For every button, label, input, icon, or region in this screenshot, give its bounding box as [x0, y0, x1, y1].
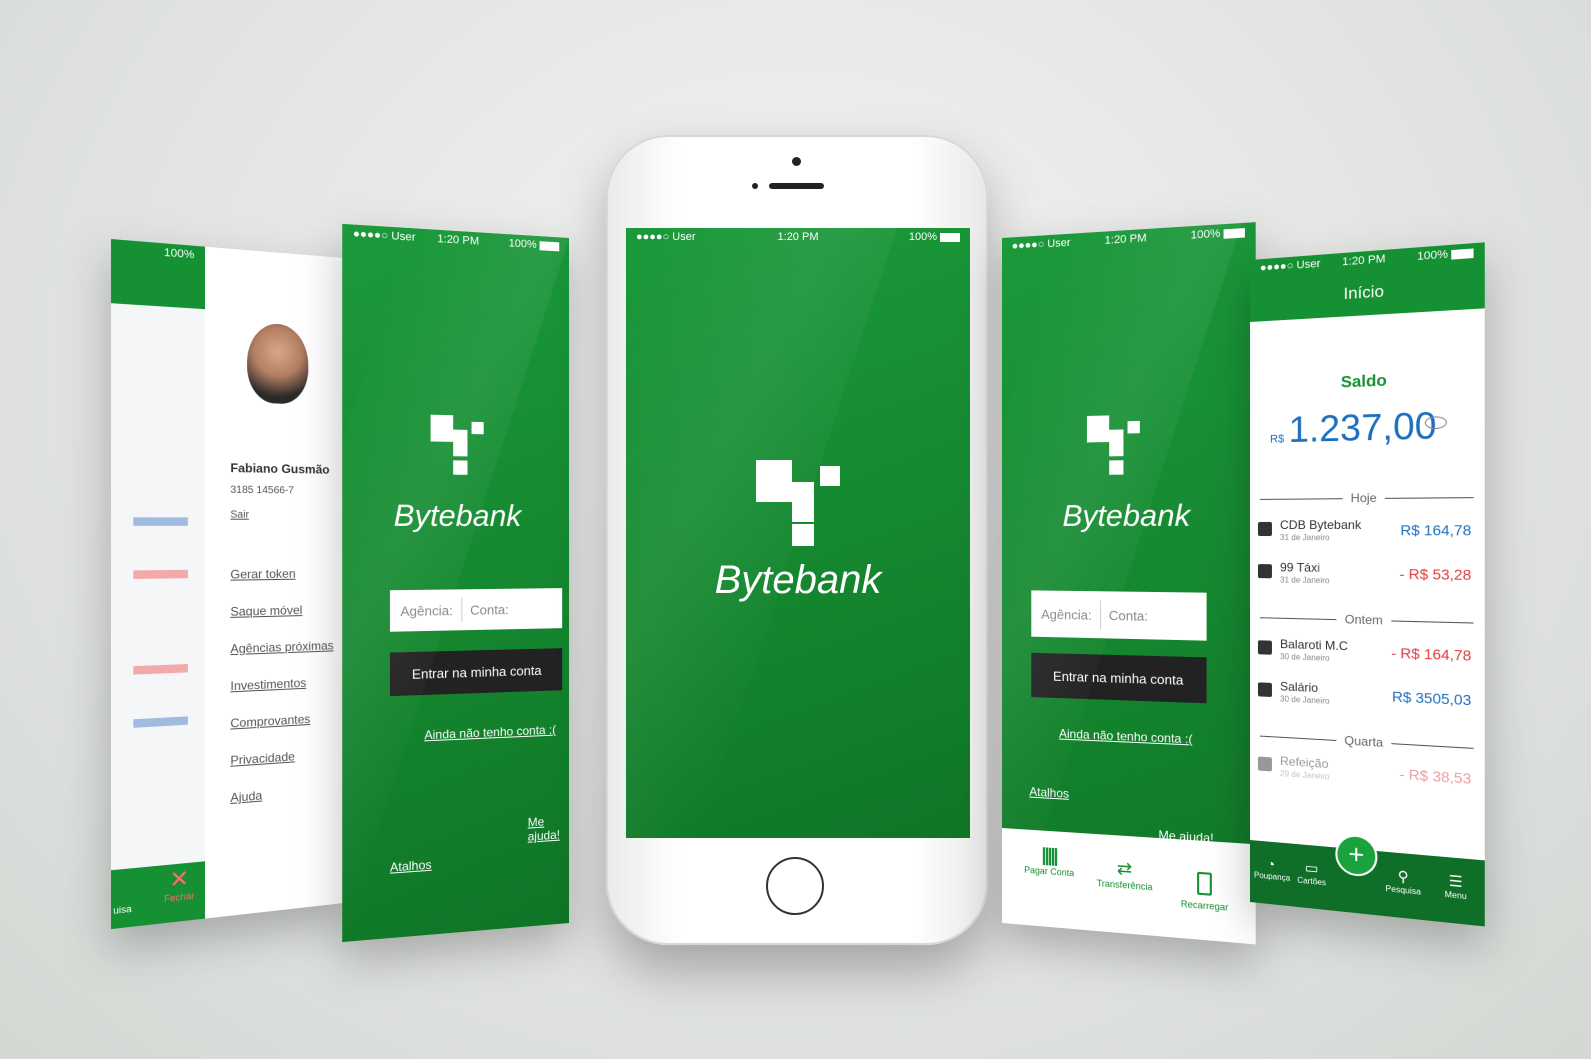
- battery-icon: [1223, 227, 1245, 239]
- avatar: [247, 322, 309, 405]
- battery-label: 100%: [508, 237, 537, 252]
- status-bar: ●●●●○ User 1:20 PM 100%: [1250, 242, 1485, 278]
- tab-cards[interactable]: ▭ Cartões: [1294, 858, 1329, 888]
- battery-icon: [940, 232, 960, 242]
- add-button[interactable]: +: [1335, 833, 1378, 879]
- tab-search[interactable]: ⚲ Pesquisa: [1382, 866, 1425, 897]
- close-button[interactable]: ✕ Fechar: [155, 865, 203, 916]
- battery-icon: [1451, 248, 1474, 260]
- login-fields: Agência: Conta:: [1031, 590, 1207, 641]
- sensor-icon: [752, 183, 758, 189]
- login-fields: Agência: Conta:: [389, 588, 563, 632]
- battery-label: 100%: [1417, 248, 1448, 264]
- camera-icon: [792, 157, 801, 166]
- bytebank-logo-icon: [1086, 415, 1142, 490]
- transaction-row[interactable]: Refeição 29 de Janeiro - R$ 38,53: [1257, 752, 1476, 806]
- brand-name: Bytebank: [714, 558, 882, 602]
- transaction-row[interactable]: Salário 30 de Janeiro R$ 3505,03: [1257, 678, 1476, 727]
- login-button[interactable]: Entrar na minha conta: [1031, 652, 1207, 704]
- tab-menu[interactable]: ☰ Menu: [1434, 871, 1478, 903]
- menu-blurred-backdrop: [110, 239, 206, 930]
- dashboard-screen: ●●●●○ User 1:20 PM 100% Início Saldo R$ …: [1250, 242, 1485, 927]
- agency-input[interactable]: Agência:: [400, 602, 452, 618]
- menu-item-privacy[interactable]: Privacidade: [230, 749, 295, 768]
- battery-label: 100%: [163, 246, 195, 262]
- user-name: Fabiano Gusmão: [230, 460, 330, 477]
- shortcut-recharge[interactable]: Recarregar: [1171, 870, 1239, 914]
- menu-item-receipts[interactable]: Comprovantes: [230, 712, 310, 731]
- transaction-row[interactable]: 99 Táxi 31 de Janeiro - R$ 53,28: [1257, 560, 1476, 602]
- phone-icon: [1197, 871, 1212, 896]
- login-screen-left: ●●●●○ User 1:20 PM 100% Bytebank Agência…: [342, 223, 569, 943]
- brand-name: Bytebank: [1062, 498, 1191, 534]
- status-bar: ●●●●○ User 1:20 PM 100%: [626, 228, 970, 246]
- battery-label: 100%: [1190, 227, 1221, 242]
- battery-label: 100%: [908, 231, 937, 243]
- speaker-icon: [769, 183, 824, 189]
- money-icon: [1257, 564, 1272, 579]
- status-bar: ●●●●○ User 1:20 PM 100%: [1002, 222, 1256, 256]
- signup-link[interactable]: Ainda não tenho conta :(: [1059, 726, 1193, 746]
- group-header: Ontem: [1260, 610, 1474, 630]
- login-screen-right: ●●●●○ User 1:20 PM 100% Bytebank Agência…: [1002, 222, 1256, 945]
- balance-value: 1.237,00: [1288, 403, 1437, 451]
- balance-display: R$ 1.237,00: [1270, 404, 1437, 452]
- tab-savings[interactable]: ◔ Poupança: [1254, 854, 1290, 883]
- menu-item-investments[interactable]: Investimentos: [230, 676, 306, 694]
- shortcuts-link[interactable]: Atalhos: [1029, 784, 1069, 800]
- battery-icon: [539, 240, 560, 252]
- eye-icon[interactable]: [1424, 416, 1447, 430]
- shortcuts-link[interactable]: Atalhos: [390, 857, 432, 874]
- home-icon: [1257, 640, 1272, 655]
- menu-item-nearby-branches[interactable]: Agências próximas: [230, 638, 333, 656]
- currency-label: R$: [1269, 433, 1285, 446]
- tab-bar: ◔ Poupança ▭ Cartões + ⚲ Pesquisa ☰ Menu: [1250, 833, 1485, 927]
- signup-link[interactable]: Ainda não tenho conta :(: [424, 723, 556, 743]
- shortcut-transfer[interactable]: ⇄ Transferência: [1089, 856, 1161, 893]
- agency-input[interactable]: Agência:: [1041, 606, 1091, 622]
- shortcut-label: Recarregar: [1180, 898, 1229, 913]
- brand-name: Bytebank: [393, 498, 522, 534]
- search-tab-partial[interactable]: uisa: [113, 903, 131, 916]
- logout-link[interactable]: Sair: [230, 509, 249, 520]
- status-bar: ●●●●○ User 1:20 PM 100%: [342, 224, 569, 256]
- menu-item-token[interactable]: Gerar token: [230, 567, 295, 582]
- page-title: Início: [1343, 283, 1384, 304]
- transaction-row[interactable]: CDB Bytebank 31 de Janeiro R$ 164,78: [1257, 517, 1476, 557]
- account-input[interactable]: Conta:: [1109, 607, 1148, 623]
- login-button[interactable]: Entrar na minha conta: [389, 648, 563, 697]
- group-header: Quarta: [1260, 729, 1474, 756]
- bytebank-logo-icon: [430, 414, 486, 490]
- mockup-stage: 100% Fabiano Gusmão 3185 14566-7 Sair Ge…: [0, 0, 1591, 1059]
- dashboard-header: ●●●●○ User 1:20 PM 100% Início: [1250, 242, 1485, 322]
- balance-label: Saldo: [1340, 372, 1387, 392]
- account-number: 3185 14566-7: [230, 484, 294, 497]
- iphone-device: ●●●●○ User 1:20 PM 100% Bytebank: [606, 135, 988, 945]
- help-link[interactable]: Me ajuda!: [528, 813, 569, 844]
- account-input[interactable]: Conta:: [470, 601, 509, 617]
- group-header: Hoje: [1260, 490, 1474, 506]
- plus-icon: +: [1348, 838, 1365, 871]
- menu-item-help[interactable]: Ajuda: [230, 788, 262, 805]
- bytebank-logo-icon: [756, 460, 842, 546]
- cutlery-icon: [1257, 756, 1272, 772]
- home-button[interactable]: [766, 857, 824, 915]
- transaction-row[interactable]: Balaroti M.C 30 de Janeiro - R$ 164,78: [1257, 636, 1476, 683]
- money-icon: [1257, 682, 1272, 698]
- bus-icon: [1257, 521, 1272, 537]
- splash-screen: ●●●●○ User 1:20 PM 100% Bytebank: [626, 228, 970, 838]
- menu-screen: 100% Fabiano Gusmão 3185 14566-7 Sair Ge…: [110, 239, 344, 930]
- menu-item-mobile-withdraw[interactable]: Saque móvel: [230, 603, 302, 619]
- shortcuts-bar: ||||| Pagar Conta ⇄ Transferência Recarr…: [1002, 828, 1256, 945]
- shortcut-pay-bill[interactable]: ||||| Pagar Conta: [1020, 843, 1079, 879]
